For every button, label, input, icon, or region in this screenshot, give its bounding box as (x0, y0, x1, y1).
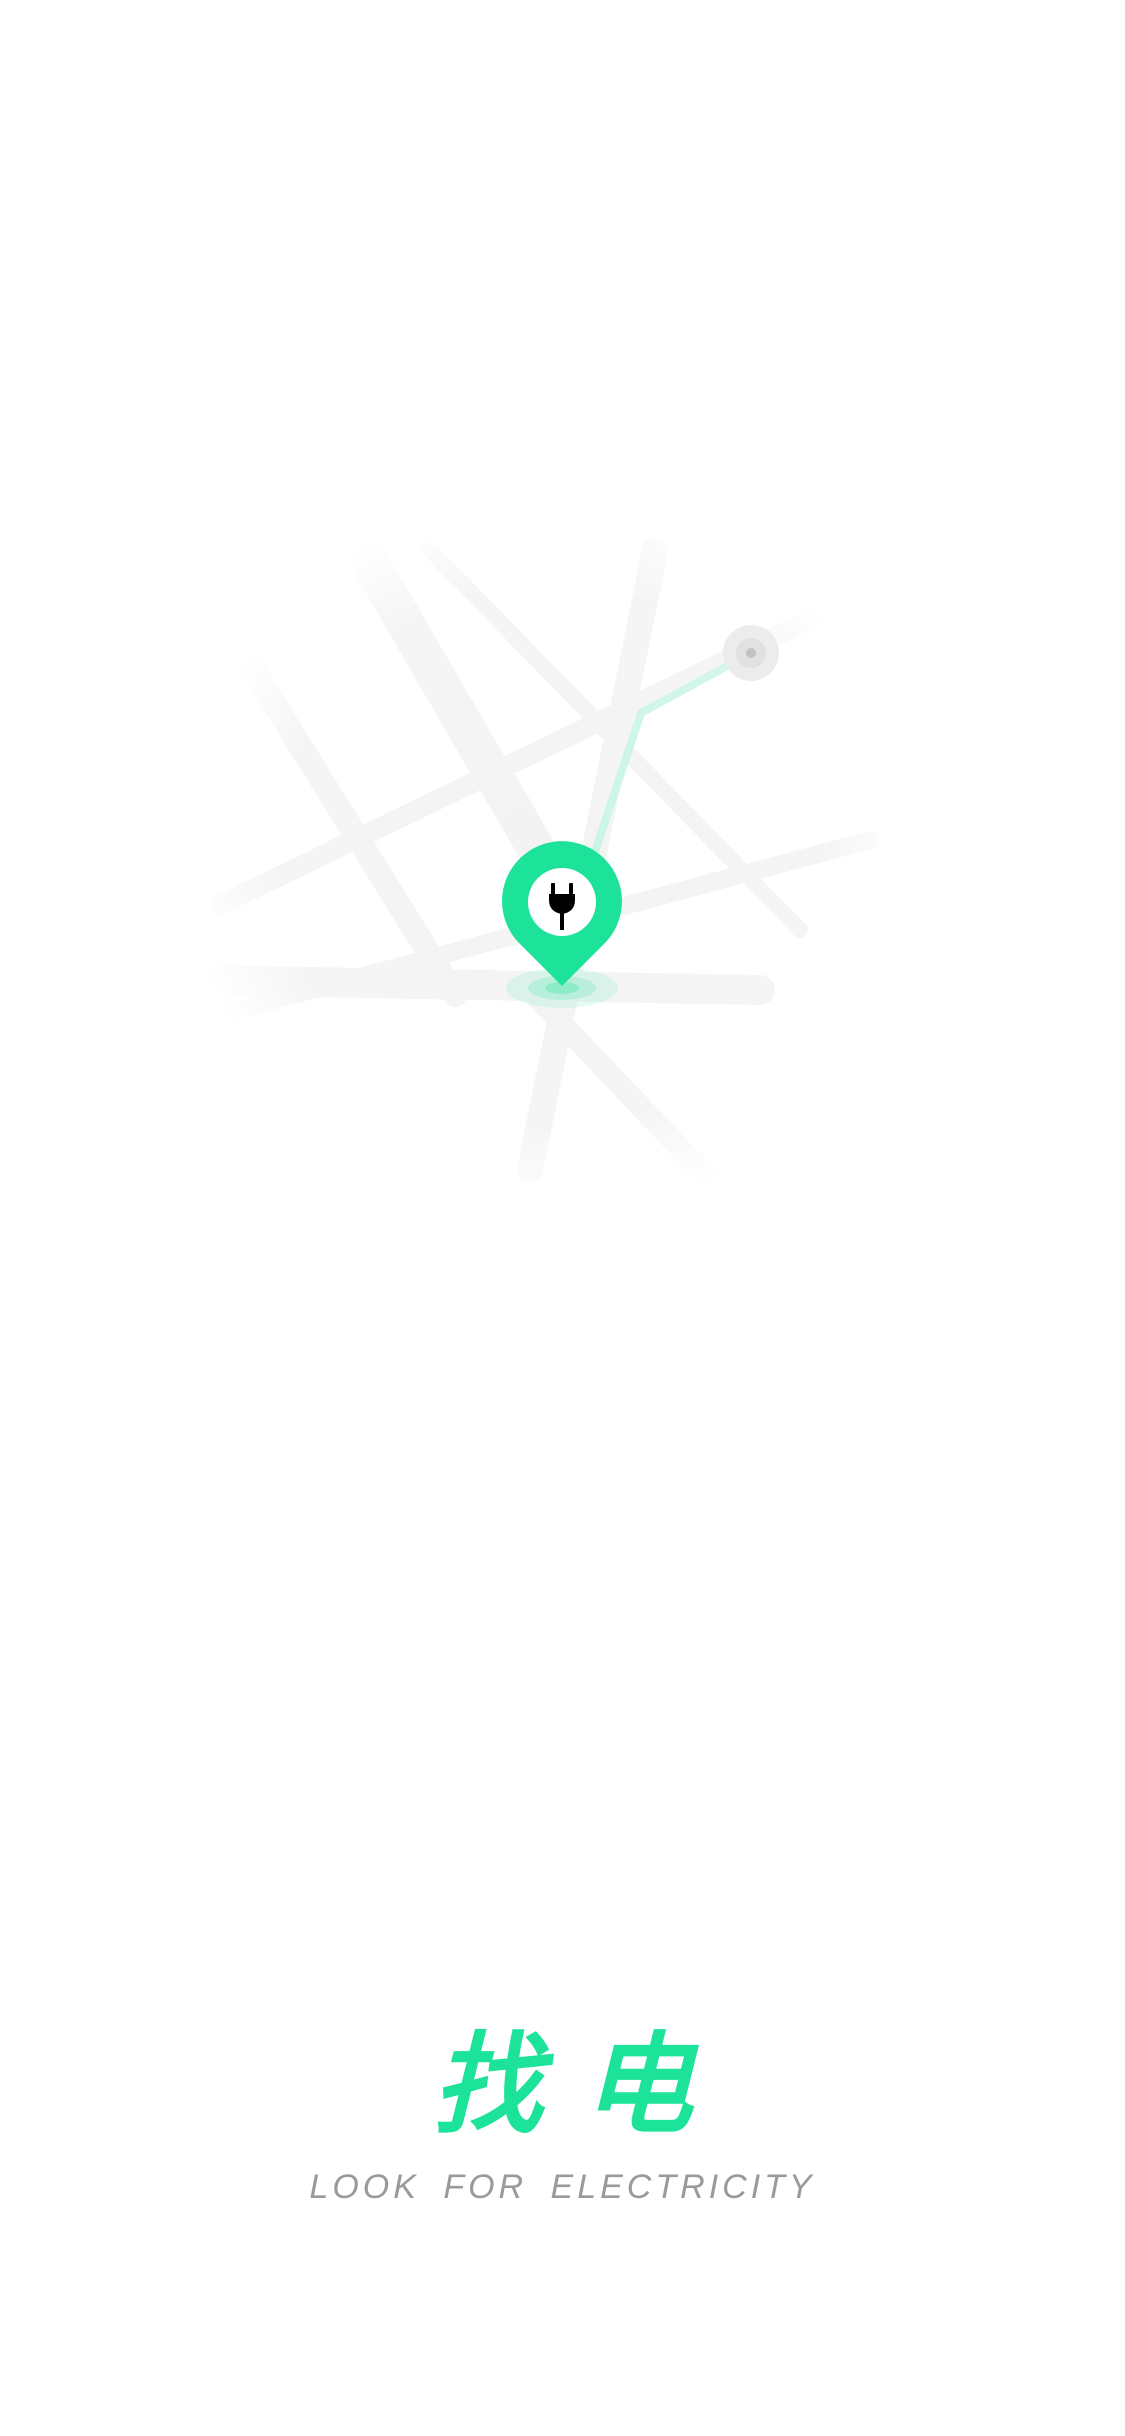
splash-screen: 找电 LOOK FOR ELECTRICITY (0, 0, 1125, 2436)
tagline: LOOK FOR ELECTRICITY (309, 2168, 816, 2206)
origin-dot-icon (723, 625, 779, 681)
map-illustration (200, 520, 900, 1220)
brand-block: 找电 LOOK FOR ELECTRICITY (0, 2020, 1125, 2207)
app-name: 找电 (432, 2021, 733, 2149)
